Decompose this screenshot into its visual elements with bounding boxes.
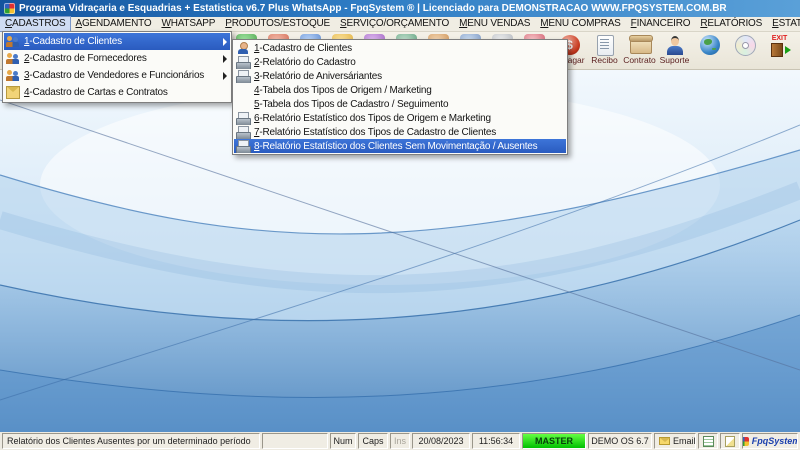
numlock-indicator: Num [330,433,356,449]
toolbar-button-icon [734,35,756,55]
fpqsystem-logo-icon [742,437,749,446]
menu-item[interactable]: 3-Cadastro de Vendedores e Funcionários [4,67,230,84]
insert-indicator: Ins [390,433,410,449]
menu-item[interactable]: 3-Relatório de Aniversáriantes [234,69,566,83]
menu-item-label: 6-Relatório Estatístico dos Tipos de Ori… [254,113,555,124]
menu-item-label: 1-Cadastro de Clientes [24,36,219,47]
menu-item-icon [236,126,250,139]
menu-item[interactable]: 2-Relatório do Cadastro [234,55,566,69]
time-display: 11:56:34 [472,433,520,449]
menu-item-icon [6,69,20,82]
menubar-item[interactable]: ESTATISTICA [767,17,800,31]
menubar-item[interactable]: AGENDAMENTO [70,17,156,31]
submenu-arrow-icon [223,38,227,46]
version-display: DEMO OS 6.7 [588,433,652,449]
toolbar-button-icon [629,35,651,55]
email-label: Email [673,436,696,446]
menu-item-icon [236,70,250,83]
menubar-item[interactable]: WHATSAPP [156,17,220,31]
toolbar-button[interactable]: Recibo [587,33,622,65]
exit-label: EXIT [767,35,793,42]
toolbar-button-icon [664,35,686,55]
menubar-item[interactable]: PRODUTOS/ESTOQUE [220,17,335,31]
toolbar-button-label: Recibo [591,56,617,65]
menu-item-label: 4-Tabela dos Tipos de Origem / Marketing [254,85,555,96]
exit-door-icon: EXIT [767,35,793,55]
status-filler [262,433,328,449]
toolbar-button[interactable] [692,33,727,65]
menu-item-icon [6,52,20,65]
capslock-indicator: Caps [358,433,388,449]
window-title: Programa Vidraçaria e Esquadrias + Estat… [19,3,727,14]
menubar-item[interactable]: MENU COMPRAS [535,17,625,31]
menu-item-label: 5-Tabela dos Tipos de Cadastro / Seguime… [254,99,555,110]
menu-item[interactable]: 1-Cadastro de Clientes [234,41,566,55]
notes-button[interactable] [720,433,740,449]
clientes-submenu: 1-Cadastro de Clientes 2-Relatório do Ca… [232,39,568,155]
menubar-item[interactable]: CADASTROS [0,17,70,31]
menu-item[interactable]: 6-Relatório Estatístico dos Tipos de Ori… [234,111,566,125]
menu-item[interactable]: 5-Tabela dos Tipos de Cadastro / Seguime… [234,97,566,111]
menu-item[interactable]: 7-Relatório Estatístico dos Tipos de Cad… [234,125,566,139]
menu-item-icon [236,42,250,55]
menubar-item[interactable]: MENU VENDAS [454,17,535,31]
menu-item-label: 1-Cadastro de Clientes [254,43,555,54]
submenu-arrow-icon [223,55,227,63]
menu-item-icon [6,86,20,99]
menu-item[interactable]: 2-Cadastro de Fornecedores [4,50,230,67]
submenu-arrow-icon [223,72,227,80]
email-button[interactable]: Email [654,433,696,449]
statusbar: Relatório dos Clientes Ausentes por um d… [0,432,800,450]
menu-item-label: 8-Relatório Estatístico dos Clientes Sem… [254,141,555,152]
toolbar-button-label: Suporte [660,56,690,65]
menubar-item[interactable]: SERVIÇO/ORÇAMENTO [335,17,454,31]
toolbar-button[interactable]: Suporte [657,33,692,65]
menu-item[interactable]: 4-Tabela dos Tipos de Origem / Marketing [234,83,566,97]
titlebar[interactable]: Programa Vidraçaria e Esquadrias + Estat… [0,0,800,17]
menu-item-label: 2-Relatório do Cadastro [254,57,555,68]
date-display: 20/08/2023 [412,433,470,449]
toolbar-button[interactable]: Contrato [622,33,657,65]
menu-item-label: 4-Cadastro de Cartas e Contratos [24,87,219,98]
app-window: Programa Vidraçaria e Esquadrias + Estat… [0,0,800,450]
menu-item-label: 7-Relatório Estatístico dos Tipos de Cad… [254,127,555,138]
menubar-item[interactable]: RELATÓRIOS [695,17,767,31]
toolbar-button-icon [699,35,721,55]
menu-item-icon [236,84,250,97]
user-badge: MASTER [522,433,586,449]
spreadsheet-icon [703,436,714,447]
envelope-icon [659,437,670,445]
exit-button[interactable]: EXIT [762,33,797,55]
toolbar-button-icon [594,35,616,55]
menu-item-label: 3-Relatório de Aniversáriantes [254,71,555,82]
menu-item-icon [236,112,250,125]
toolbar-button[interactable] [727,33,762,65]
menu-item[interactable]: 4-Cadastro de Cartas e Contratos [4,84,230,101]
menu-item-icon [236,140,250,153]
toolbar-button-label: Contrato [623,56,656,65]
brand-label: FpqSystem [752,436,798,446]
note-icon [725,436,735,447]
menu-item-icon [236,98,250,111]
menu-item[interactable]: 8-Relatório Estatístico dos Clientes Sem… [234,139,566,153]
menu-item-icon [6,35,20,48]
status-hint: Relatório dos Clientes Ausentes por um d… [2,433,260,449]
menubar: CADASTROSAGENDAMENTOWHATSAPPPRODUTOS/EST… [0,17,800,32]
brand-badge: FpqSystem [742,433,798,449]
menu-item[interactable]: 1-Cadastro de Clientes [4,33,230,50]
menu-item-icon [236,56,250,69]
menubar-item[interactable]: FINANCEIRO [626,17,696,31]
spreadsheet-button[interactable] [698,433,718,449]
cadastros-menu: 1-Cadastro de Clientes 2-Cadastro de For… [2,31,232,103]
app-icon [4,3,15,14]
menu-item-label: 2-Cadastro de Fornecedores [24,53,219,64]
menu-item-label: 3-Cadastro de Vendedores e Funcionários [24,70,219,81]
